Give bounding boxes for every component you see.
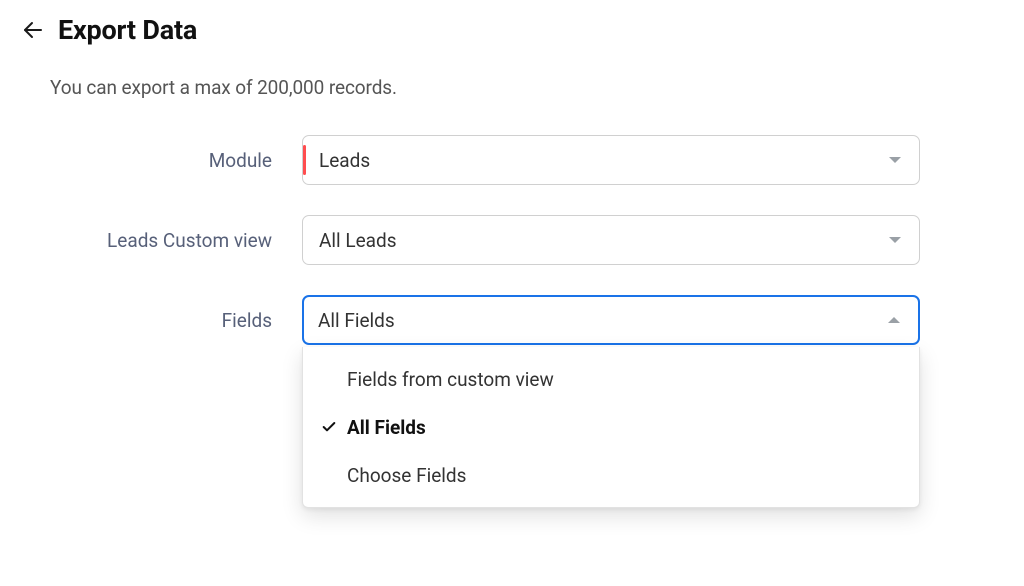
option-label: Choose Fields	[347, 464, 466, 487]
module-select-value: Leads	[319, 149, 370, 172]
row-module: Module Leads	[50, 135, 1014, 185]
row-fields: Fields All Fields Fields from custom vie…	[50, 295, 1014, 345]
custom-view-select-value: All Leads	[319, 229, 397, 252]
row-custom-view: Leads Custom view All Leads	[50, 215, 1014, 265]
option-choose-fields[interactable]: Choose Fields	[303, 451, 919, 499]
chevron-down-icon	[889, 237, 901, 243]
label-custom-view: Leads Custom view	[50, 229, 302, 252]
option-label: All Fields	[347, 416, 426, 439]
option-all-fields[interactable]: All Fields	[303, 403, 919, 451]
fields-select[interactable]: All Fields	[302, 295, 920, 345]
chevron-down-icon	[889, 157, 901, 163]
module-select[interactable]: Leads	[302, 135, 920, 185]
export-data-page: Export Data You can export a max of 200,…	[0, 0, 1024, 345]
chevron-up-icon	[888, 317, 900, 323]
fields-dropdown-wrap: All Fields Fields from custom view	[302, 295, 920, 345]
page-title: Export Data	[58, 14, 197, 46]
form: Module Leads Leads Custom view All Leads…	[50, 135, 1014, 345]
option-fields-from-custom-view[interactable]: Fields from custom view	[303, 355, 919, 403]
header: Export Data	[20, 14, 1014, 46]
custom-view-select[interactable]: All Leads	[302, 215, 920, 265]
fields-select-value: All Fields	[318, 309, 395, 332]
label-fields: Fields	[50, 309, 302, 332]
option-label: Fields from custom view	[347, 368, 554, 391]
label-module: Module	[50, 149, 302, 172]
checkmark-icon	[321, 419, 337, 435]
intro-text: You can export a max of 200,000 records.	[50, 76, 1014, 99]
fields-dropdown-menu: Fields from custom view All Fields Choos…	[302, 347, 920, 508]
back-arrow-icon[interactable]	[20, 17, 46, 43]
